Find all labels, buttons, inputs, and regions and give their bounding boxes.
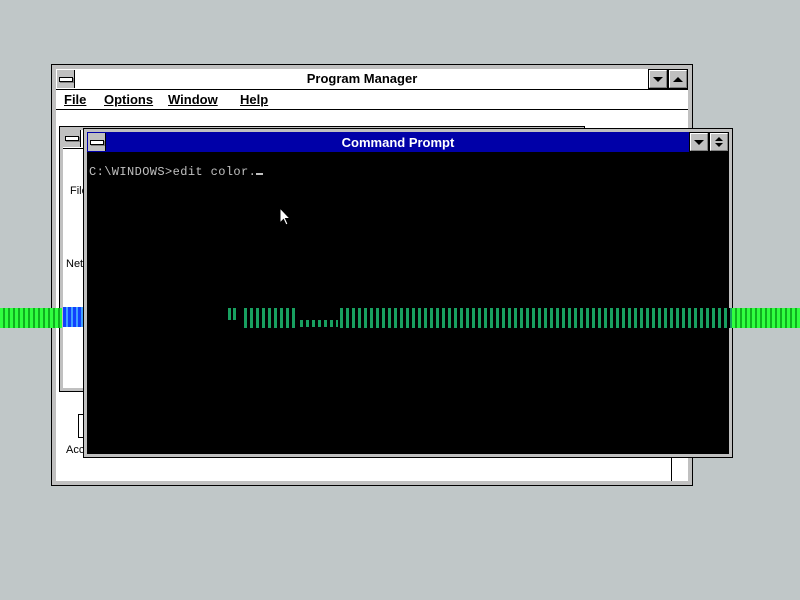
group-label-net: Net	[66, 258, 84, 270]
restore-down-arrow-icon	[715, 143, 723, 147]
menu-help[interactable]: Help	[240, 92, 268, 107]
console-text: C:\WINDOWS>edit color.	[89, 165, 257, 179]
text-cursor	[256, 173, 264, 175]
accessories-label: Acc	[66, 444, 85, 456]
display-glitch-right	[732, 308, 800, 328]
program-manager-title: Program Manager	[306, 71, 418, 86]
system-menu-icon[interactable]	[57, 70, 75, 88]
group-system-menu-icon[interactable]	[63, 130, 81, 147]
restore-button[interactable]	[709, 132, 729, 152]
mouse-pointer-icon	[279, 207, 291, 226]
minimize-button[interactable]	[689, 132, 709, 152]
command-prompt-title: Command Prompt	[341, 135, 455, 150]
program-manager-menu-bar: File Options Window Help	[56, 90, 688, 110]
restore-up-arrow-icon	[715, 137, 723, 141]
maximize-button[interactable]	[668, 69, 688, 89]
display-glitch-segment	[228, 308, 238, 320]
display-glitch-left	[0, 308, 62, 328]
minimize-button[interactable]	[648, 69, 668, 89]
command-prompt-title-bar[interactable]: Command Prompt	[87, 132, 729, 153]
display-glitch-segment	[244, 308, 298, 328]
command-prompt-window[interactable]: Command Prompt C:\WINDOWS>edit color.	[83, 128, 733, 458]
display-glitch-segment	[340, 308, 732, 328]
menu-file[interactable]: File	[64, 92, 86, 107]
display-glitch-segment	[300, 320, 338, 327]
system-menu-icon[interactable]	[88, 133, 106, 151]
menu-window[interactable]: Window	[168, 92, 218, 107]
console-screen[interactable]: C:\WINDOWS>edit color.	[87, 153, 729, 454]
menu-options[interactable]: Options	[104, 92, 153, 107]
program-manager-title-bar[interactable]: Program Manager	[56, 69, 688, 90]
group-highlight-glitch	[63, 307, 85, 327]
minimize-arrow-icon	[694, 139, 704, 145]
console-line: C:\WINDOWS>edit color.	[89, 165, 264, 179]
maximize-arrow-icon	[673, 76, 683, 82]
minimize-arrow-icon	[653, 76, 663, 82]
